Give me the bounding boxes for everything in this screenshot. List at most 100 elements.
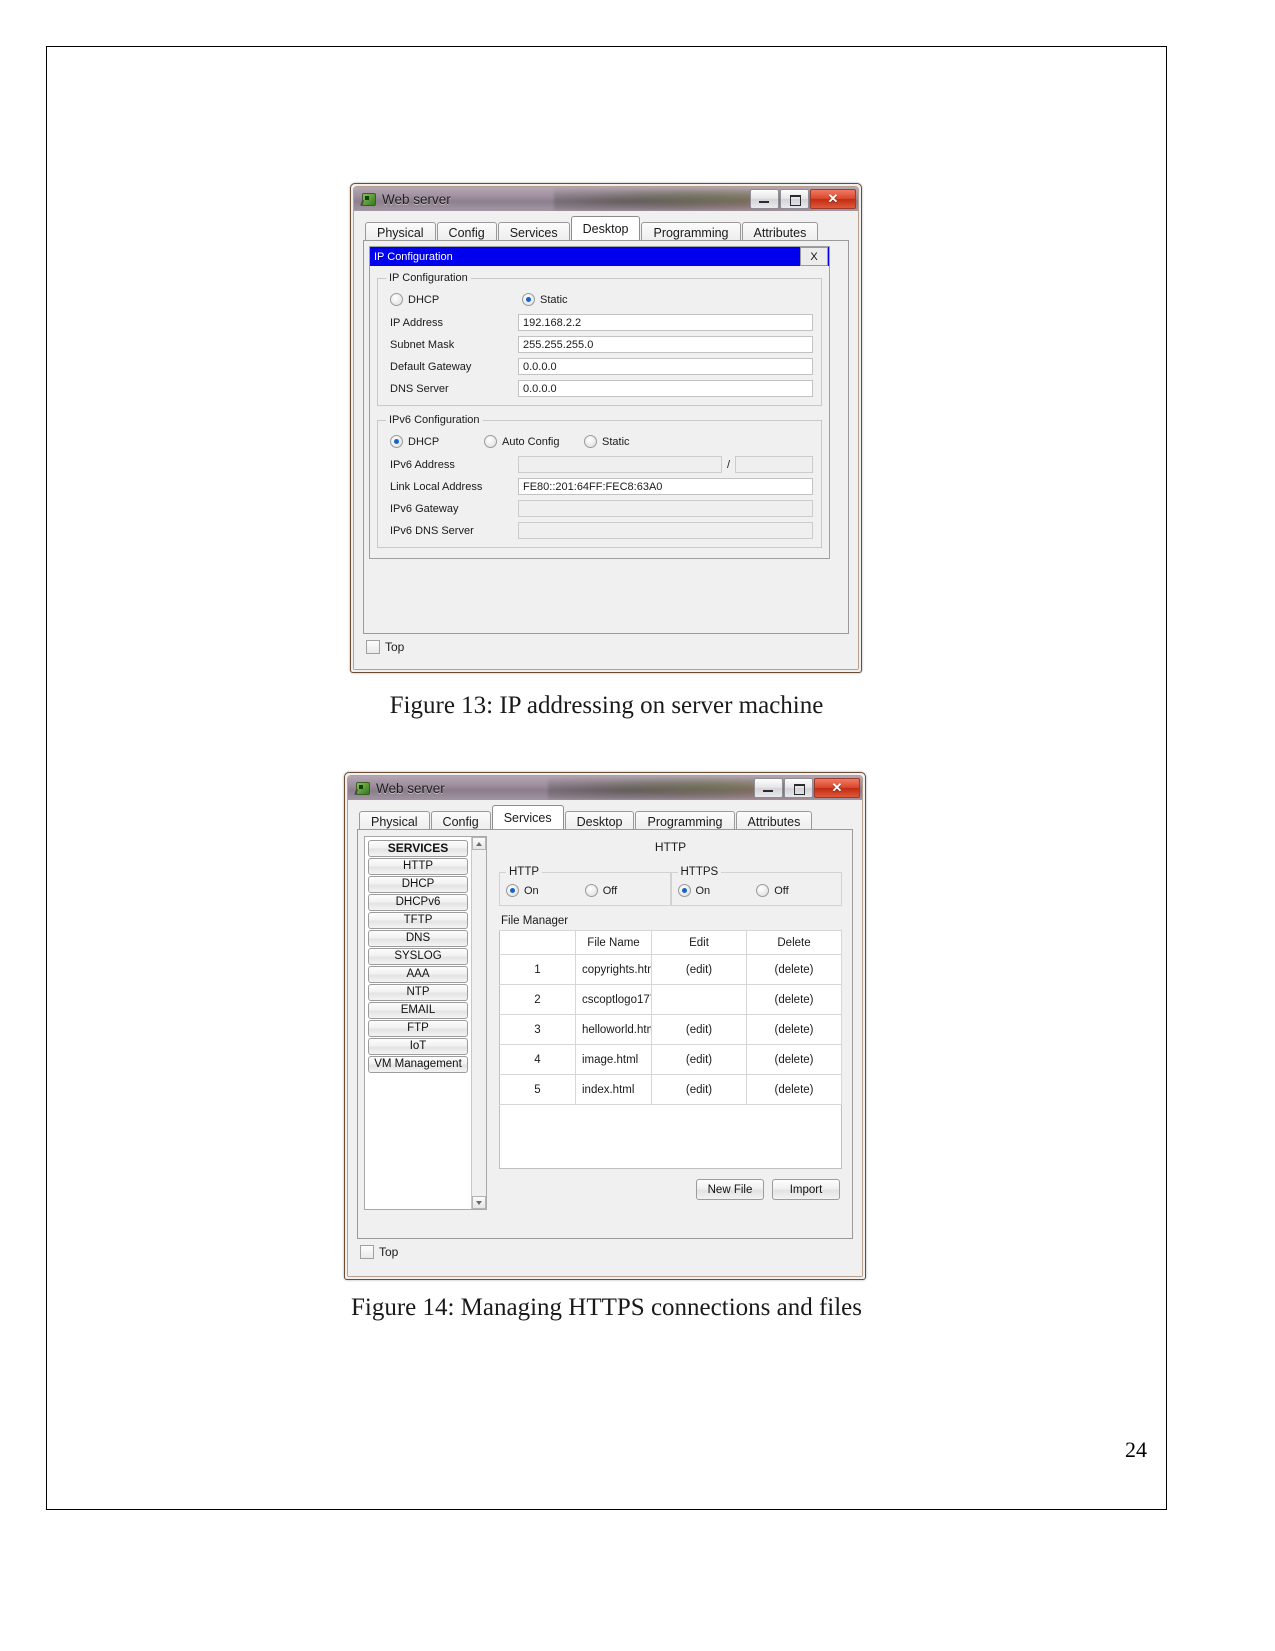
web-server-window-services[interactable]: Web server ✕ Physical Config Services De… <box>344 772 866 1280</box>
tab-programming[interactable]: Programming <box>641 222 741 242</box>
label-default-gateway: Default Gateway <box>390 360 472 373</box>
https-group: HTTPS On Off <box>670 866 842 906</box>
top-checkbox-row[interactable]: Top <box>360 1245 853 1259</box>
ipv4-mode-radios[interactable]: DHCP Static <box>390 293 813 306</box>
radio-https-off[interactable]: Off <box>756 884 825 897</box>
sidebar-item-ntp[interactable]: NTP <box>368 984 468 1001</box>
cell-delete-link[interactable]: (delete) <box>746 1014 842 1045</box>
window-title: Web server <box>376 780 445 796</box>
radio-ipv6-static[interactable]: Static <box>584 435 630 448</box>
tab-desktop[interactable]: Desktop <box>570 216 641 240</box>
ip-configuration-dialog-titlebar[interactable]: IP Configuration X <box>370 247 829 266</box>
cell-edit-link[interactable]: (edit) <box>651 1044 747 1075</box>
row-index: 2 <box>499 984 576 1015</box>
minimize-button[interactable] <box>754 778 783 798</box>
tab-services[interactable]: Services <box>491 805 564 829</box>
cell-edit-link[interactable]: (edit) <box>651 1074 747 1105</box>
table-row[interactable]: 5 index.html (edit) (delete) <box>499 1074 842 1105</box>
http-options[interactable]: On Off <box>506 884 664 897</box>
cell-edit-link[interactable] <box>651 984 747 1015</box>
sidebar-item-email[interactable]: EMAIL <box>368 1002 468 1019</box>
tab-services[interactable]: Services <box>497 222 570 242</box>
cell-delete-link[interactable]: (delete) <box>746 954 842 985</box>
import-button[interactable]: Import <box>772 1179 840 1200</box>
radio-https-on[interactable]: On <box>677 884 747 897</box>
sidebar-item-services-header[interactable]: SERVICES <box>368 840 468 857</box>
radio-http-off[interactable]: Off <box>584 884 654 897</box>
input-ipv6-dns-server[interactable] <box>518 522 813 539</box>
input-subnet-mask[interactable]: 255.255.255.0 <box>518 336 813 353</box>
tab-attributes[interactable]: Attributes <box>741 222 819 242</box>
tab-config[interactable]: Config <box>436 222 497 242</box>
tab-programming[interactable]: Programming <box>635 811 735 831</box>
sidebar-item-ftp[interactable]: FTP <box>368 1020 468 1037</box>
minimize-button[interactable] <box>750 189 779 209</box>
cell-edit-link[interactable]: (edit) <box>651 954 747 985</box>
maximize-button[interactable] <box>780 189 809 209</box>
radio-ipv4-static-label: Static <box>540 293 568 306</box>
sidebar-item-tftp[interactable]: TFTP <box>368 912 468 929</box>
input-ipv6-prefix[interactable] <box>735 456 813 473</box>
sidebar-item-dhcp[interactable]: DHCP <box>368 876 468 893</box>
input-dns-server[interactable]: 0.0.0.0 <box>518 380 813 397</box>
top-checkbox-row[interactable]: Top <box>366 640 849 654</box>
input-ipv6-address[interactable] <box>518 456 722 473</box>
https-options[interactable]: On Off <box>677 884 836 897</box>
sidebar-item-syslog[interactable]: SYSLOG <box>368 948 468 965</box>
tab-config[interactable]: Config <box>430 811 491 831</box>
close-button[interactable]: ✕ <box>810 189 856 209</box>
title-bar[interactable]: Web server ✕ <box>348 776 862 800</box>
sidebar-item-iot[interactable]: IoT <box>368 1038 468 1055</box>
services-layout: SERVICES HTTP DHCP DHCPv6 TFTP DNS SYSLO… <box>358 830 852 1210</box>
tab-desktop[interactable]: Desktop <box>564 811 635 831</box>
new-file-button[interactable]: New File <box>696 1179 764 1200</box>
close-button[interactable]: ✕ <box>814 778 860 798</box>
sidebar-item-dhcpv6[interactable]: DHCPv6 <box>368 894 468 911</box>
maximize-button[interactable] <box>784 778 813 798</box>
web-server-window-desktop[interactable]: Web server ✕ Physical Config Services De… <box>350 183 862 673</box>
input-ip-address[interactable]: 192.168.2.2 <box>518 314 813 331</box>
radio-ipv4-static[interactable]: Static <box>522 293 568 306</box>
table-row[interactable]: 3 helloworld.html (edit) (delete) <box>499 1014 842 1045</box>
input-ipv6-gateway[interactable] <box>518 500 813 517</box>
tab-strip[interactable]: Physical Config Services Desktop Program… <box>365 216 849 242</box>
cell-edit-link[interactable]: (edit) <box>651 1014 747 1045</box>
ip-configuration-dialog[interactable]: IP Configuration X IP Configuration DHCP <box>369 246 830 559</box>
services-panel-title: HTTP <box>654 840 687 854</box>
services-sidebar-scrollbar[interactable] <box>471 837 486 1209</box>
input-link-local-address[interactable]: FE80::201:64FF:FEC8:63A0 <box>518 478 813 495</box>
title-bar[interactable]: Web server ✕ <box>354 187 858 211</box>
radio-ipv4-dhcp[interactable]: DHCP <box>390 293 512 306</box>
cell-delete-link[interactable]: (delete) <box>746 1074 842 1105</box>
radio-http-off-label: Off <box>602 884 618 897</box>
table-row[interactable]: 4 image.html (edit) (delete) <box>499 1044 842 1075</box>
table-row[interactable]: 1 copyrights.html (edit) (delete) <box>499 954 842 985</box>
tab-strip[interactable]: Physical Config Services Desktop Program… <box>359 805 853 831</box>
sidebar-item-http[interactable]: HTTP <box>368 858 468 875</box>
input-default-gateway[interactable]: 0.0.0.0 <box>518 358 813 375</box>
services-sidebar[interactable]: SERVICES HTTP DHCP DHCPv6 TFTP DNS SYSLO… <box>364 836 487 1210</box>
tab-physical[interactable]: Physical <box>365 222 436 242</box>
tab-physical[interactable]: Physical <box>359 811 430 831</box>
radio-ipv6-auto-config[interactable]: Auto Config <box>484 435 574 448</box>
radio-ipv6-dhcp[interactable]: DHCP <box>390 435 474 448</box>
ipv6-mode-radios[interactable]: DHCP Auto Config Static <box>390 435 813 448</box>
tab-attributes[interactable]: Attributes <box>735 811 813 831</box>
ip-configuration-close-button[interactable]: X <box>800 247 828 266</box>
scroll-up-arrow-icon[interactable] <box>472 837 486 850</box>
checkbox-top[interactable] <box>360 1245 374 1259</box>
sidebar-item-vm-management[interactable]: VM Management <box>368 1056 468 1073</box>
row-index: 1 <box>499 954 576 985</box>
services-sidebar-list[interactable]: SERVICES HTTP DHCP DHCPv6 TFTP DNS SYSLO… <box>365 837 471 1209</box>
table-row[interactable]: 2 cscoptlogo177x11... (delete) <box>499 984 842 1015</box>
scroll-down-arrow-icon[interactable] <box>472 1196 486 1209</box>
titlebar-buttons[interactable]: ✕ <box>753 778 862 798</box>
checkbox-top[interactable] <box>366 640 380 654</box>
file-manager-buttons[interactable]: New File Import <box>499 1179 842 1200</box>
sidebar-item-dns[interactable]: DNS <box>368 930 468 947</box>
cell-delete-link[interactable]: (delete) <box>746 1044 842 1075</box>
titlebar-buttons[interactable]: ✕ <box>749 189 858 209</box>
radio-http-on[interactable]: On <box>506 884 575 897</box>
cell-delete-link[interactable]: (delete) <box>746 984 842 1015</box>
sidebar-item-aaa[interactable]: AAA <box>368 966 468 983</box>
